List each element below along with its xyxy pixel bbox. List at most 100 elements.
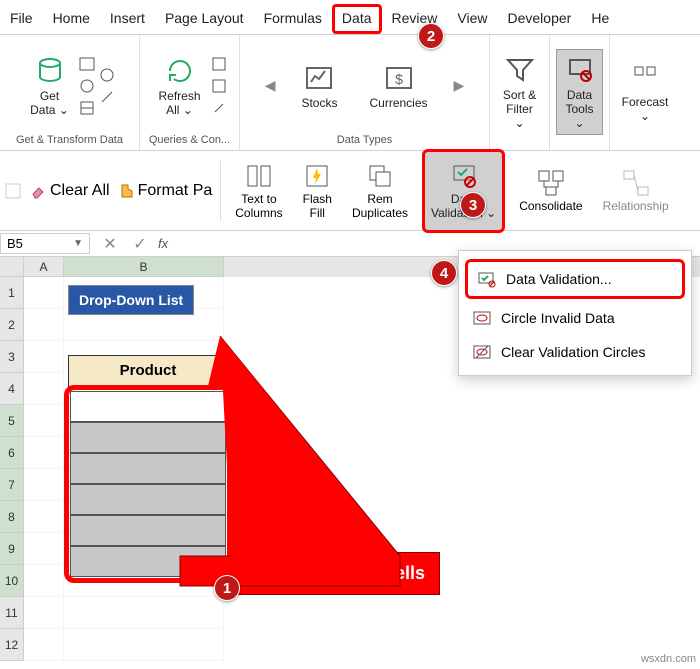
row-header[interactable]: 6 (0, 437, 24, 469)
tab-developer[interactable]: Developer (498, 4, 582, 34)
tab-data[interactable]: Data (332, 4, 382, 34)
step-badge-2: 2 (418, 23, 444, 49)
text-to-columns-button[interactable]: Text to Columns (229, 158, 288, 224)
from-text-icon[interactable] (79, 56, 95, 72)
circle-invalid-icon (473, 309, 491, 327)
relationships-icon (622, 169, 650, 197)
row-header[interactable]: 2 (0, 309, 24, 341)
eraser-icon (30, 183, 46, 199)
row-header[interactable]: 9 (0, 533, 24, 565)
callout-arrow-icon (150, 326, 450, 596)
cell[interactable] (24, 629, 64, 661)
cell[interactable] (24, 469, 64, 501)
svg-text:$: $ (395, 71, 403, 87)
group-label-queries: Queries & Con... (149, 132, 230, 148)
format-painter-label: Format Pa (138, 182, 213, 200)
forecast-button[interactable]: Forecast ⌄ (616, 57, 675, 127)
cell[interactable] (24, 501, 64, 533)
cell[interactable] (24, 373, 64, 405)
step-badge-4: 4 (431, 260, 457, 286)
cell[interactable] (64, 629, 224, 661)
menu-item-circle-invalid[interactable]: Circle Invalid Data (463, 301, 687, 335)
edit-links-icon[interactable] (211, 100, 227, 116)
row-header[interactable]: 10 (0, 565, 24, 597)
flash-fill-button[interactable]: Flash Fill (297, 158, 338, 224)
cell[interactable] (24, 533, 64, 565)
menu-item-data-validation[interactable]: Data Validation... (465, 259, 685, 299)
from-web-icon[interactable] (79, 78, 95, 94)
data-validation-icon (450, 162, 478, 190)
cell[interactable] (24, 341, 64, 373)
tab-help[interactable]: He (581, 4, 619, 34)
validation-icon (478, 270, 496, 288)
consolidate-button[interactable]: Consolidate (513, 165, 588, 217)
relationships-button[interactable]: Relationship (597, 165, 675, 217)
fx-confirm-icon[interactable]: ✓ (130, 234, 150, 254)
tab-page-layout[interactable]: Page Layout (155, 4, 254, 34)
clear-all-button[interactable]: Clear All (30, 182, 110, 200)
sort-filter-button[interactable]: Sort & Filter ⌄ (496, 50, 543, 134)
stocks-button[interactable]: Stocks (295, 58, 343, 114)
name-box[interactable]: B5 ▼ (0, 233, 90, 254)
queries-icon[interactable] (211, 56, 227, 72)
flash-fill-label: Flash Fill (303, 192, 332, 220)
row-header[interactable]: 5 (0, 405, 24, 437)
nav-right-icon[interactable]: ▶ (454, 77, 465, 94)
menu-item-label: Data Validation... (506, 271, 612, 287)
fx-cancel-icon[interactable]: ✕ (90, 234, 130, 254)
cell[interactable] (24, 597, 64, 629)
row-header[interactable]: 11 (0, 597, 24, 629)
remove-duplicates-button[interactable]: Rem Duplicates (346, 158, 414, 224)
tab-insert[interactable]: Insert (100, 4, 155, 34)
group-label-data-types: Data Types (337, 132, 392, 148)
tab-view[interactable]: View (447, 4, 497, 34)
get-data-small-buttons-2 (99, 67, 115, 105)
get-data-button[interactable]: Get Data ⌄ (24, 51, 75, 121)
remove-duplicates-icon (366, 162, 394, 190)
ribbon: Get Data ⌄ Get & Transform Data Refresh … (0, 35, 700, 151)
tab-home[interactable]: Home (43, 4, 100, 34)
refresh-all-button[interactable]: Refresh All ⌄ (152, 51, 206, 121)
tab-file[interactable]: File (0, 4, 43, 34)
chevron-down-icon[interactable]: ▼ (73, 238, 83, 249)
from-table-icon[interactable] (79, 100, 95, 116)
cell[interactable] (24, 565, 64, 597)
existing-conn-icon[interactable] (99, 89, 115, 105)
currencies-button[interactable]: $ Currencies (363, 58, 433, 114)
properties-icon[interactable] (211, 78, 227, 94)
relationships-label: Relationship (603, 199, 669, 213)
nav-left-icon[interactable]: ◀ (265, 77, 276, 94)
select-all-corner[interactable] (0, 257, 24, 277)
menu-item-clear-circles[interactable]: Clear Validation Circles (463, 335, 687, 369)
cell[interactable] (24, 437, 64, 469)
data-validation-button[interactable]: Data Validation ⌄ (422, 149, 505, 233)
col-header-b[interactable]: B (64, 257, 224, 277)
forecast-label: Forecast ⌄ (622, 95, 669, 123)
paintbrush-icon (118, 183, 134, 199)
blank-icon[interactable] (4, 182, 22, 200)
refresh-icon (164, 55, 196, 87)
stocks-label: Stocks (301, 96, 337, 110)
col-header-a[interactable]: A (24, 257, 64, 277)
consolidate-label: Consolidate (519, 199, 582, 213)
recent-sources-icon[interactable] (99, 67, 115, 83)
row-header[interactable]: 3 (0, 341, 24, 373)
data-tools-label: Data Tools ⌄ (563, 88, 596, 130)
row-header[interactable]: 12 (0, 629, 24, 661)
cell[interactable] (64, 597, 224, 629)
watermark: wsxdn.com (641, 653, 696, 665)
tab-formulas[interactable]: Formulas (254, 4, 332, 34)
data-tools-button[interactable]: Data Tools ⌄ (556, 49, 603, 135)
currencies-label: Currencies (369, 96, 427, 110)
row-header[interactable]: 1 (0, 277, 24, 309)
row-header[interactable]: 7 (0, 469, 24, 501)
cell[interactable] (24, 405, 64, 437)
fx-label[interactable]: fx (150, 236, 176, 251)
cell[interactable] (24, 277, 64, 309)
row-header[interactable]: 8 (0, 501, 24, 533)
menu-bar: File Home Insert Page Layout Formulas Da… (0, 0, 700, 35)
cell[interactable] (24, 309, 64, 341)
format-painter-button[interactable]: Format Pa (118, 182, 213, 200)
title-chip: Drop-Down List (68, 285, 194, 315)
row-header[interactable]: 4 (0, 373, 24, 405)
